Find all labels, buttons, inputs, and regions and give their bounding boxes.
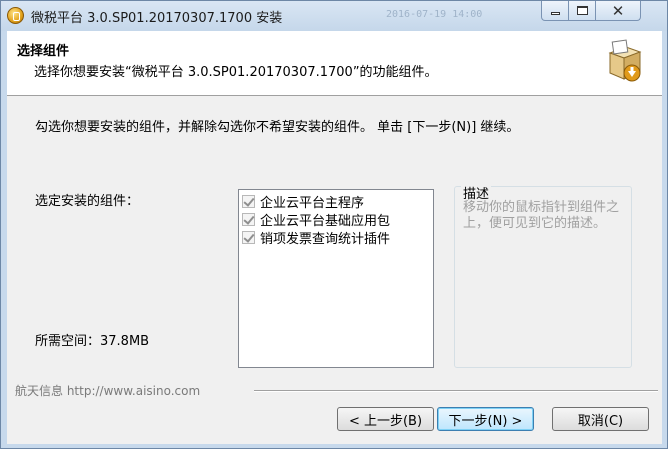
close-button[interactable]: ✕ (595, 1, 641, 21)
component-checkbox[interactable] (242, 194, 255, 208)
maximize-icon (576, 6, 588, 15)
footer-divider (254, 390, 658, 392)
intro-text: 勾选你想要安装的组件，并解除勾选你不希望安装的组件。 单击 [下一步(N)] 继… (35, 120, 520, 135)
close-icon: ✕ (611, 1, 625, 20)
app-icon (7, 7, 24, 24)
required-space-label: 所需空间：37.8MB (35, 334, 150, 349)
window-title: 微税平台 3.0.SP01.20170307.1700 安装 (31, 11, 283, 26)
minimize-icon (550, 12, 560, 15)
cancel-button[interactable]: 取消(C) (552, 407, 649, 431)
component-item-main-program[interactable]: 企业云平台主程序 (239, 192, 433, 211)
header-panel: 选择组件 选择你想要安装“微税平台 3.0.SP01.20170307.1700… (7, 31, 662, 96)
component-label: 销项发票查询统计插件 (260, 231, 391, 247)
page-subtitle: 选择你想要安装“微税平台 3.0.SP01.20170307.1700”的功能组… (34, 65, 438, 80)
select-components-label: 选定安装的组件： (35, 194, 140, 209)
installer-window: 微税平台 3.0.SP01.20170307.1700 安装 2016-07-1… (0, 0, 668, 449)
next-button[interactable]: 下一步(N) > (437, 407, 534, 431)
component-label: 企业云平台主程序 (260, 195, 365, 211)
title-bar[interactable]: 微税平台 3.0.SP01.20170307.1700 安装 2016-07-1… (1, 1, 667, 31)
brand-text: 航天信息 http://www.aisino.com (15, 384, 201, 398)
component-item-invoice-plugin[interactable]: 销项发票查询统计插件 (239, 228, 433, 247)
description-groupbox: 描述 移动你的鼠标指针到组件之上，便可见到它的描述。 (454, 183, 632, 368)
component-label: 企业云平台基础应用包 (260, 213, 391, 229)
description-text: 移动你的鼠标指针到组件之上，便可见到它的描述。 (463, 200, 620, 231)
component-checkbox[interactable] (242, 230, 255, 244)
maximize-button[interactable] (568, 1, 596, 21)
minimize-button[interactable] (541, 1, 569, 21)
title-ghost-text: 2016-07-19 14:00 (386, 9, 483, 20)
wizard-client-area: 选择组件 选择你想要安装“微税平台 3.0.SP01.20170307.1700… (7, 31, 662, 444)
component-item-base-apps[interactable]: 企业云平台基础应用包 (239, 210, 433, 229)
back-button[interactable]: < 上一步(B) (337, 407, 434, 431)
component-list[interactable]: 企业云平台主程序 企业云平台基础应用包 销项发票查询统计插件 (238, 189, 434, 368)
page-title: 选择组件 (17, 44, 70, 59)
installer-box-icon (608, 39, 642, 82)
component-checkbox[interactable] (242, 212, 255, 226)
